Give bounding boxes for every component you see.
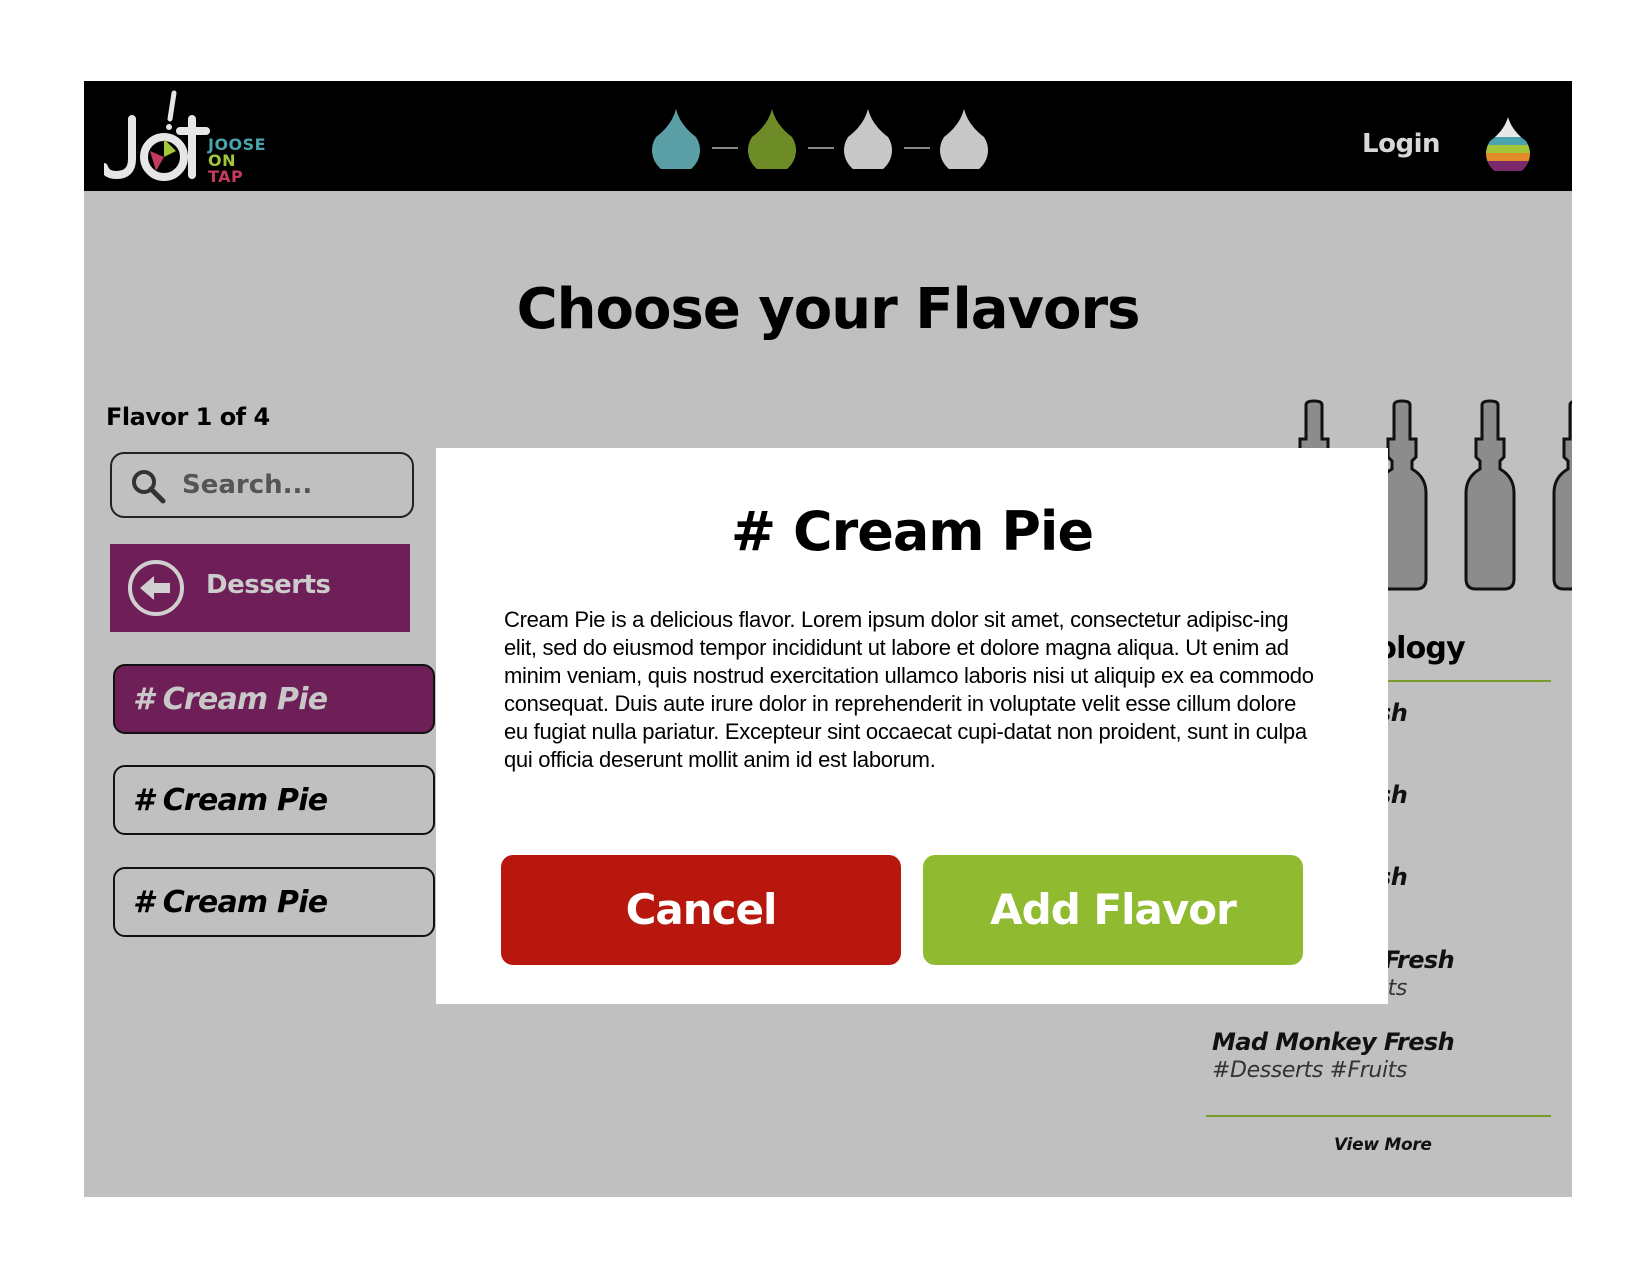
modal-title: # Cream Pie <box>730 500 1094 563</box>
step-1-drop-icon[interactable] <box>650 107 702 175</box>
mixology-item-tags: #Desserts #Fruits <box>1212 1058 1407 1083</box>
account-drop-icon[interactable] <box>1484 115 1532 171</box>
category-label: Desserts <box>206 570 331 600</box>
mixology-item[interactable]: Mad Monkey Fresh #Desserts #Fruits <box>1212 1028 1532 1083</box>
flavor-item[interactable]: # Cream Pie <box>113 765 435 835</box>
logo-line-tap: TAP <box>208 167 244 186</box>
top-bar: JOOSE ON TAP Login <box>84 81 1572 191</box>
flavor-detail-modal: # Cream Pie Cream Pie is a delicious fla… <box>436 448 1388 1004</box>
logo[interactable]: JOOSE ON TAP <box>100 89 266 185</box>
bottle-slot-icon <box>1552 400 1572 591</box>
flavor-item-label: # Cream Pie <box>133 682 328 717</box>
page-title: Choose your Flavors <box>516 277 1141 342</box>
modal-description: Cream Pie is a delicious flavor. Lorem i… <box>504 607 1314 772</box>
logo-text: JOOSE ON TAP <box>208 137 266 185</box>
search-input[interactable]: Search... <box>110 452 414 518</box>
flavor-item[interactable]: # Cream Pie <box>113 867 435 937</box>
progress-steps <box>650 107 990 175</box>
add-flavor-button[interactable]: Add Flavor <box>923 855 1303 965</box>
back-arrow-icon <box>128 560 184 616</box>
step-connector <box>712 147 738 149</box>
search-icon <box>132 470 166 504</box>
step-2-drop-icon[interactable] <box>746 107 798 175</box>
step-connector <box>808 147 834 149</box>
flavor-item-label: # Cream Pie <box>133 885 328 920</box>
step-connector <box>904 147 930 149</box>
login-link[interactable]: Login <box>1362 129 1440 159</box>
step-4-drop-icon[interactable] <box>938 107 990 175</box>
bottle-slot-icon <box>1464 399 1516 591</box>
app-frame: JOOSE ON TAP Login Choose your Flavors F… <box>84 81 1572 1197</box>
step-3-drop-icon[interactable] <box>842 107 894 175</box>
divider <box>1206 1115 1551 1117</box>
flavor-count: Flavor 1 of 4 <box>106 403 270 431</box>
flavor-item-label: # Cream Pie <box>133 783 328 818</box>
flavor-item[interactable]: # Cream Pie <box>113 664 435 734</box>
cancel-button[interactable]: Cancel <box>501 855 901 965</box>
mixology-item-name: Mad Monkey Fresh <box>1212 1028 1455 1056</box>
category-back-button[interactable]: Desserts <box>110 544 410 632</box>
search-placeholder: Search... <box>182 470 313 500</box>
view-more-link[interactable]: View More <box>1334 1135 1432 1155</box>
